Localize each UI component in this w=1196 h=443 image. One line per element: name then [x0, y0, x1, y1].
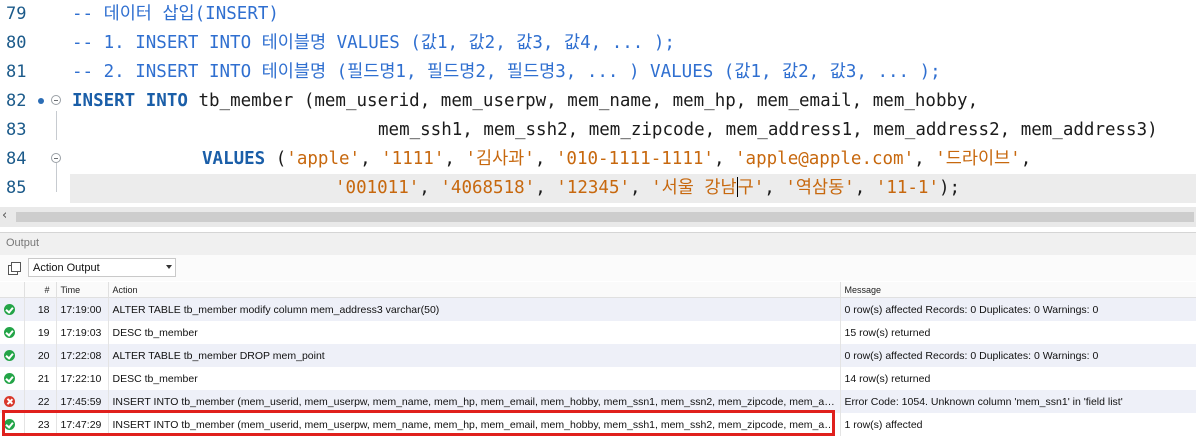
code-text: VALUES ('apple', '1111', '김사과', '010-111…	[202, 149, 1032, 169]
row-message: 0 row(s) affected Records: 0 Duplicates:…	[840, 344, 1196, 367]
copy-icon[interactable]	[8, 262, 21, 275]
string-literal: '드라이브'	[935, 149, 1021, 169]
code-text: '001011', '4068518', '12345', '서울 강남구', …	[335, 177, 961, 198]
line-number: 79	[6, 4, 27, 24]
string-literal: '1111'	[381, 149, 445, 169]
success-icon	[4, 373, 15, 385]
column-header[interactable]: #	[24, 282, 57, 298]
comment-text: -- 데이터 삽입(INSERT)	[72, 4, 279, 24]
line-number: 82	[6, 91, 27, 111]
string-literal: '역삼동'	[785, 178, 855, 198]
table-row[interactable]: 18 17:19:00 ALTER TABLE tb_member modify…	[0, 297, 1196, 321]
scrollbar-thumb[interactable]	[16, 212, 1194, 222]
row-time: 17:45:59	[56, 390, 109, 413]
table-row[interactable]: 22 17:45:59 INSERT INTO tb_member (mem_u…	[0, 390, 1196, 413]
string-literal: '010-1111-1111'	[555, 149, 714, 169]
row-action: DESC tb_member	[108, 367, 841, 390]
row-number: 20	[24, 344, 57, 367]
code-fragment: tb_member (mem_userid, mem_userpw, mem_n…	[187, 91, 979, 111]
horizontal-scrollbar[interactable]: ‹	[0, 207, 1196, 227]
line-number: 85	[6, 178, 27, 198]
sql-editor[interactable]: 79 -- 데이터 삽입(INSERT) 80 -- 1. INSERT INT…	[0, 0, 1196, 206]
error-icon	[4, 396, 15, 408]
row-action: ALTER TABLE tb_member DROP mem_point	[108, 344, 841, 367]
column-header[interactable]: Message	[840, 282, 1196, 298]
row-action: INSERT INTO tb_member (mem_userid, mem_u…	[108, 390, 841, 413]
table-row[interactable]: 23 17:47:29 INSERT INTO tb_member (mem_u…	[0, 413, 1196, 436]
action-output-table: # Time Action Message 18 17:19:00 ALTER …	[0, 282, 1196, 436]
string-literal: '11-1'	[875, 178, 939, 198]
row-message: 0 row(s) affected Records: 0 Duplicates:…	[840, 297, 1196, 321]
string-literal: '김사과'	[465, 149, 535, 169]
code-line-85[interactable]: 85 '001011', '4068518', '12345', '서울 강남구…	[0, 174, 1196, 203]
fold-guide	[56, 111, 57, 140]
row-message: 15 row(s) returned	[840, 321, 1196, 344]
code-line-81[interactable]: 81 -- 2. INSERT INTO 테이블명 (필드명1, 필드명2, 필…	[0, 58, 1196, 87]
code-line-82[interactable]: 82 INSERT INTO tb_member (mem_userid, me…	[0, 87, 1196, 116]
output-panel-header: Output	[0, 232, 1196, 255]
table-row[interactable]: 21 17:22:10 DESC tb_member 14 row(s) ret…	[0, 367, 1196, 390]
line-number: 84	[6, 149, 27, 169]
code-line-79[interactable]: 79 -- 데이터 삽입(INSERT)	[0, 0, 1196, 29]
row-time: 17:19:03	[56, 321, 109, 344]
chevron-down-icon[interactable]	[166, 265, 172, 269]
column-header[interactable]: Time	[56, 282, 109, 298]
row-message: 1 row(s) affected	[840, 413, 1196, 436]
string-literal: 구'	[737, 178, 765, 198]
output-type-value: Action Output	[33, 262, 100, 274]
string-literal: 'apple'	[286, 149, 361, 169]
row-number: 22	[24, 390, 57, 413]
comment-text: -- 1. INSERT INTO 테이블명 VALUES (값1, 값2, 값…	[72, 33, 675, 53]
code-line-84[interactable]: 84 VALUES ('apple', '1111', '김사과', '010-…	[0, 145, 1196, 192]
status-column-header[interactable]	[0, 282, 25, 298]
fold-collapse-icon[interactable]	[51, 153, 61, 163]
string-literal: '001011'	[335, 178, 420, 198]
line-number: 81	[6, 62, 27, 82]
row-time: 17:19:00	[56, 297, 109, 321]
row-action: INSERT INTO tb_member (mem_userid, mem_u…	[108, 413, 841, 436]
comment-text: -- 2. INSERT INTO 테이블명 (필드명1, 필드명2, 필드명3…	[72, 62, 941, 82]
success-icon	[4, 304, 15, 316]
row-number: 21	[24, 367, 57, 390]
row-time: 17:47:29	[56, 413, 109, 436]
row-number: 18	[24, 297, 57, 321]
row-number: 23	[24, 413, 57, 436]
row-message: Error Code: 1054. Unknown column 'mem_ss…	[840, 390, 1196, 413]
code-line-83[interactable]: 83 mem_ssh1, mem_ssh2, mem_zipcode, mem_…	[0, 111, 1196, 145]
output-panel-title: Output	[6, 237, 40, 249]
line-number: 80	[6, 33, 27, 53]
row-action: DESC tb_member	[108, 321, 841, 344]
code-text: INSERT INTO tb_member (mem_userid, mem_u…	[72, 87, 978, 116]
statement-marker-icon	[38, 98, 44, 104]
output-toolbar: Action Output	[0, 255, 1196, 281]
string-literal: '서울 강남	[651, 178, 737, 198]
table-header-row: # Time Action Message	[0, 282, 1196, 298]
success-icon	[4, 350, 15, 362]
table-row[interactable]: 20 17:22:08 ALTER TABLE tb_member DROP m…	[0, 344, 1196, 367]
table-row[interactable]: 19 17:19:03 DESC tb_member 15 row(s) ret…	[0, 321, 1196, 344]
string-literal: 'apple@apple.com'	[735, 149, 915, 169]
code-fragment: mem_ssh1, mem_ssh2, mem_zipcode, mem_add…	[378, 120, 1158, 140]
keyword: VALUES	[202, 149, 266, 169]
keyword: INSERT	[72, 91, 136, 111]
row-time: 17:22:10	[56, 367, 109, 390]
row-action: ALTER TABLE tb_member modify column mem_…	[108, 297, 841, 321]
column-header[interactable]: Action	[108, 282, 841, 298]
row-time: 17:22:08	[56, 344, 109, 367]
code-line-80[interactable]: 80 -- 1. INSERT INTO 테이블명 VALUES (값1, 값2…	[0, 29, 1196, 58]
line-number: 83	[6, 120, 27, 140]
success-icon	[4, 419, 15, 431]
success-icon	[4, 327, 15, 339]
output-type-select[interactable]: Action Output	[28, 258, 176, 277]
keyword: INTO	[145, 91, 188, 111]
string-literal: '12345'	[556, 178, 631, 198]
string-literal: '4068518'	[440, 178, 536, 198]
fold-collapse-icon[interactable]	[51, 95, 61, 105]
row-message: 14 row(s) returned	[840, 367, 1196, 390]
row-number: 19	[24, 321, 57, 344]
scroll-left-arrow-icon[interactable]: ‹	[2, 208, 7, 223]
